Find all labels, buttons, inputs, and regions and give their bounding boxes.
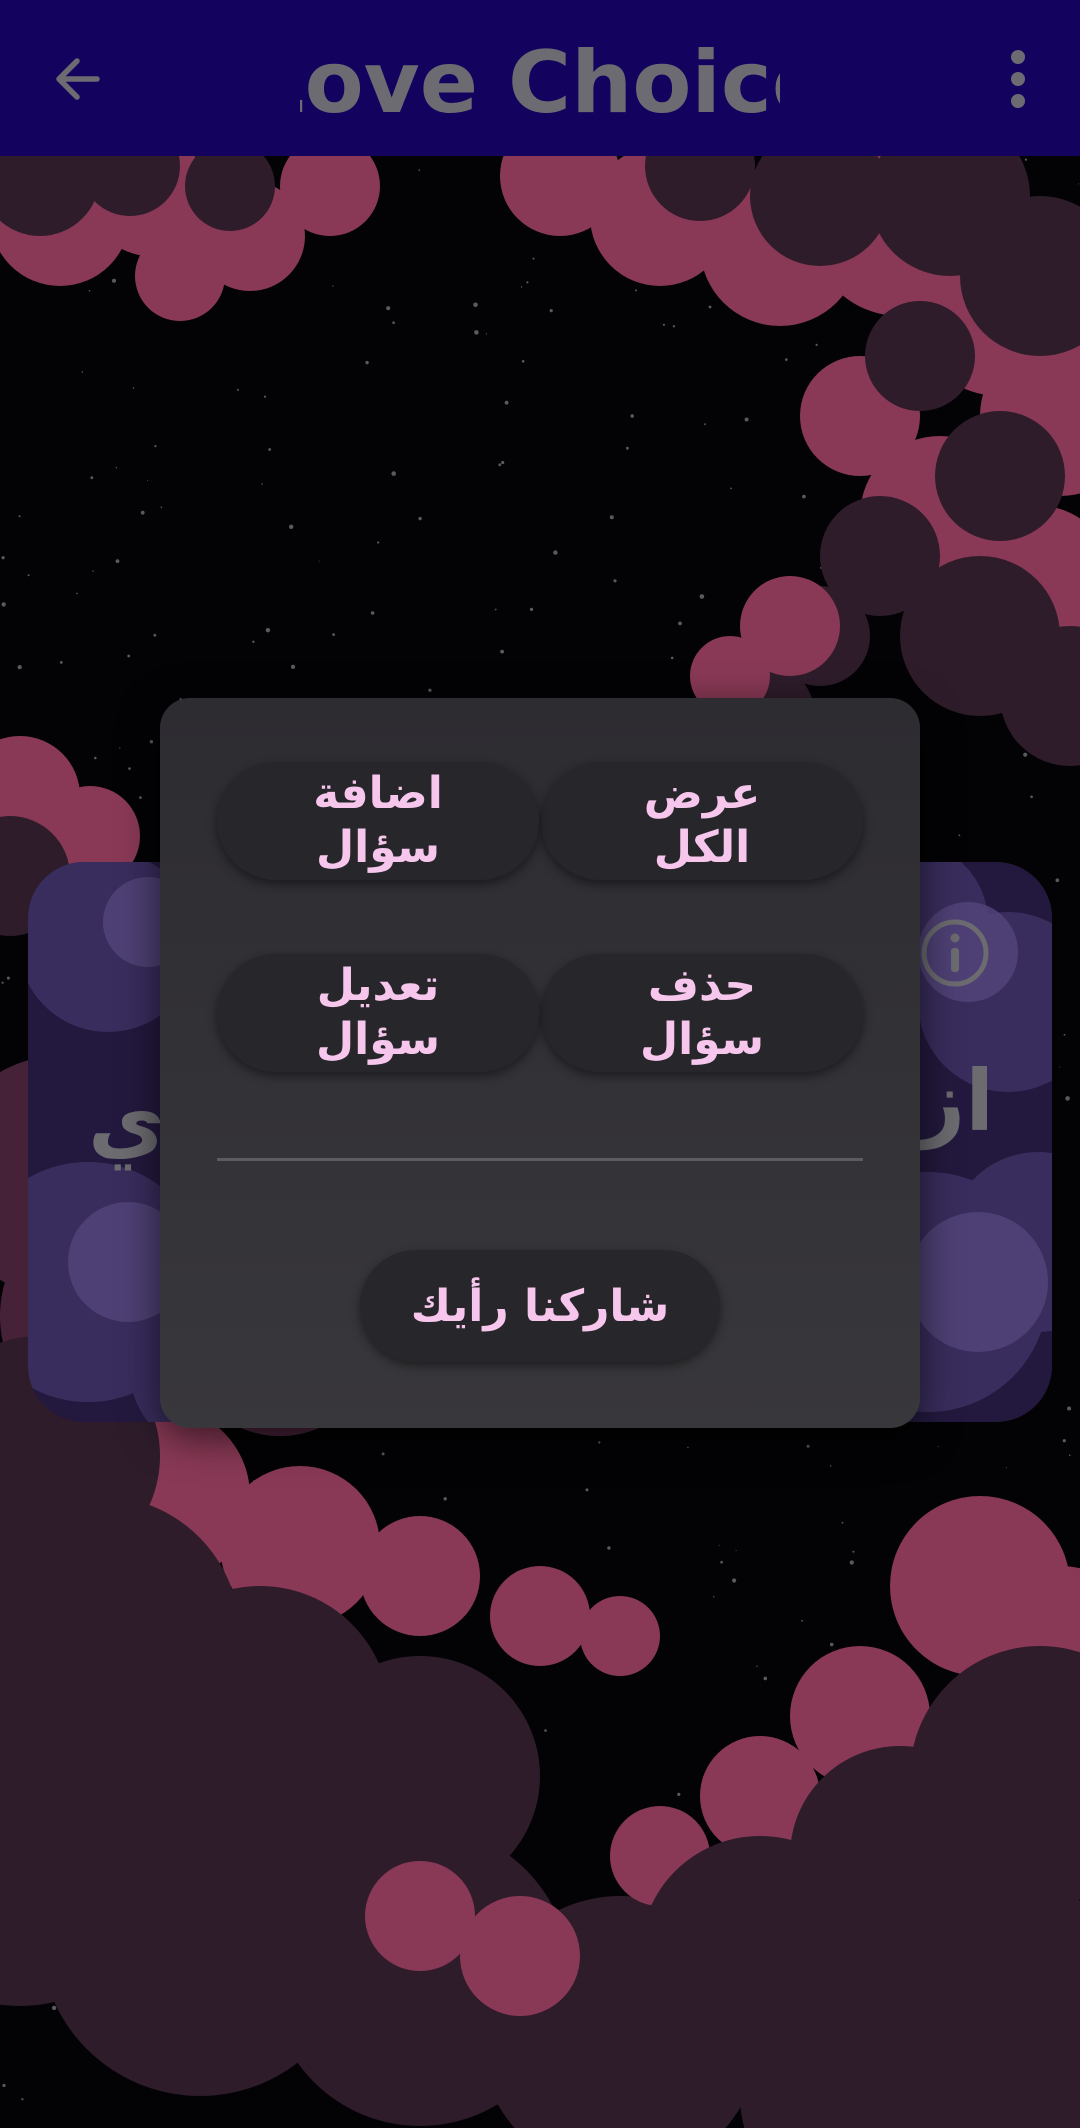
share-feedback-button[interactable]: شاركنا رأيك <box>360 1250 720 1362</box>
edit-question-button[interactable]: تعديل سؤال <box>217 954 539 1072</box>
delete-question-button[interactable]: حذف سؤال <box>541 954 863 1072</box>
add-question-button[interactable]: اضافة سؤال <box>217 762 539 880</box>
view-all-button[interactable]: عرض الكل <box>541 762 863 880</box>
options-dialog: عرض الكل اضافة سؤال حذف سؤال تعديل سؤال … <box>160 698 920 1428</box>
dialog-divider <box>217 1158 863 1161</box>
